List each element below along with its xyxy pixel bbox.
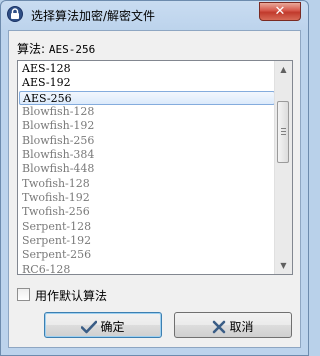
checkmark-icon xyxy=(81,320,98,334)
cancel-button[interactable]: 取消 xyxy=(174,312,292,338)
scroll-thumb[interactable] xyxy=(277,101,289,163)
list-item[interactable]: Twofish-128 xyxy=(19,177,275,191)
default-algorithm-label[interactable]: 用作默认算法 xyxy=(35,287,107,304)
window-title: 选择算法加密/解密文件 xyxy=(31,9,156,23)
algorithm-label: 算法: AES-256 xyxy=(17,40,95,57)
x-icon xyxy=(213,320,226,334)
algorithm-label-text: 算法: xyxy=(17,42,46,56)
list-item[interactable]: Blowfish-384 xyxy=(19,148,275,162)
list-item[interactable]: AES-192 xyxy=(19,76,275,90)
cancel-button-label: 取消 xyxy=(229,320,254,334)
scroll-grip-line xyxy=(281,131,286,132)
list-item[interactable]: Twofish-192 xyxy=(19,191,275,205)
ok-button[interactable]: 确定 xyxy=(44,312,162,338)
list-item-selected[interactable]: AES-256 xyxy=(19,90,275,106)
list-item[interactable]: Serpent-256 xyxy=(19,248,275,262)
ok-button-label: 确定 xyxy=(100,320,125,334)
dialog-window: 选择算法加密/解密文件 ✕ 算法: AES-256 AES-128 AES-192… xyxy=(0,0,309,356)
scroll-up-arrow-icon[interactable]: ▲ xyxy=(275,61,292,78)
list-item[interactable]: RC6-128 xyxy=(19,263,275,274)
scroll-down-arrow-icon[interactable]: ▼ xyxy=(275,257,292,274)
list-item[interactable]: Twofish-256 xyxy=(19,205,275,219)
title-bar[interactable]: 选择算法加密/解密文件 ✕ xyxy=(1,1,308,29)
list-item[interactable]: Serpent-128 xyxy=(19,220,275,234)
scroll-grip-line xyxy=(281,134,286,135)
list-scrollbar[interactable]: ▲ ▼ xyxy=(274,61,292,274)
algorithm-list-items: AES-128 AES-192 AES-256 Blowfish-128 Blowfis… xyxy=(19,62,275,274)
list-item[interactable]: AES-128 xyxy=(19,62,275,76)
lock-icon xyxy=(7,6,23,22)
close-button[interactable]: ✕ xyxy=(259,2,301,21)
list-item[interactable]: Blowfish-448 xyxy=(19,162,275,176)
scroll-grip-line xyxy=(281,128,286,129)
list-item[interactable]: Blowfish-128 xyxy=(19,105,275,119)
list-item[interactable]: Blowfish-256 xyxy=(19,134,275,148)
default-algorithm-checkbox[interactable] xyxy=(17,288,30,301)
list-item[interactable]: Serpent-192 xyxy=(19,234,275,248)
list-item[interactable]: Blowfish-192 xyxy=(19,119,275,133)
algorithm-value: AES-256 xyxy=(48,43,96,56)
dialog-client-area: 算法: AES-256 AES-128 AES-192 AES-256 Blowfis… xyxy=(8,30,301,348)
algorithm-list[interactable]: AES-128 AES-192 AES-256 Blowfish-128 Blowfis… xyxy=(17,60,293,275)
